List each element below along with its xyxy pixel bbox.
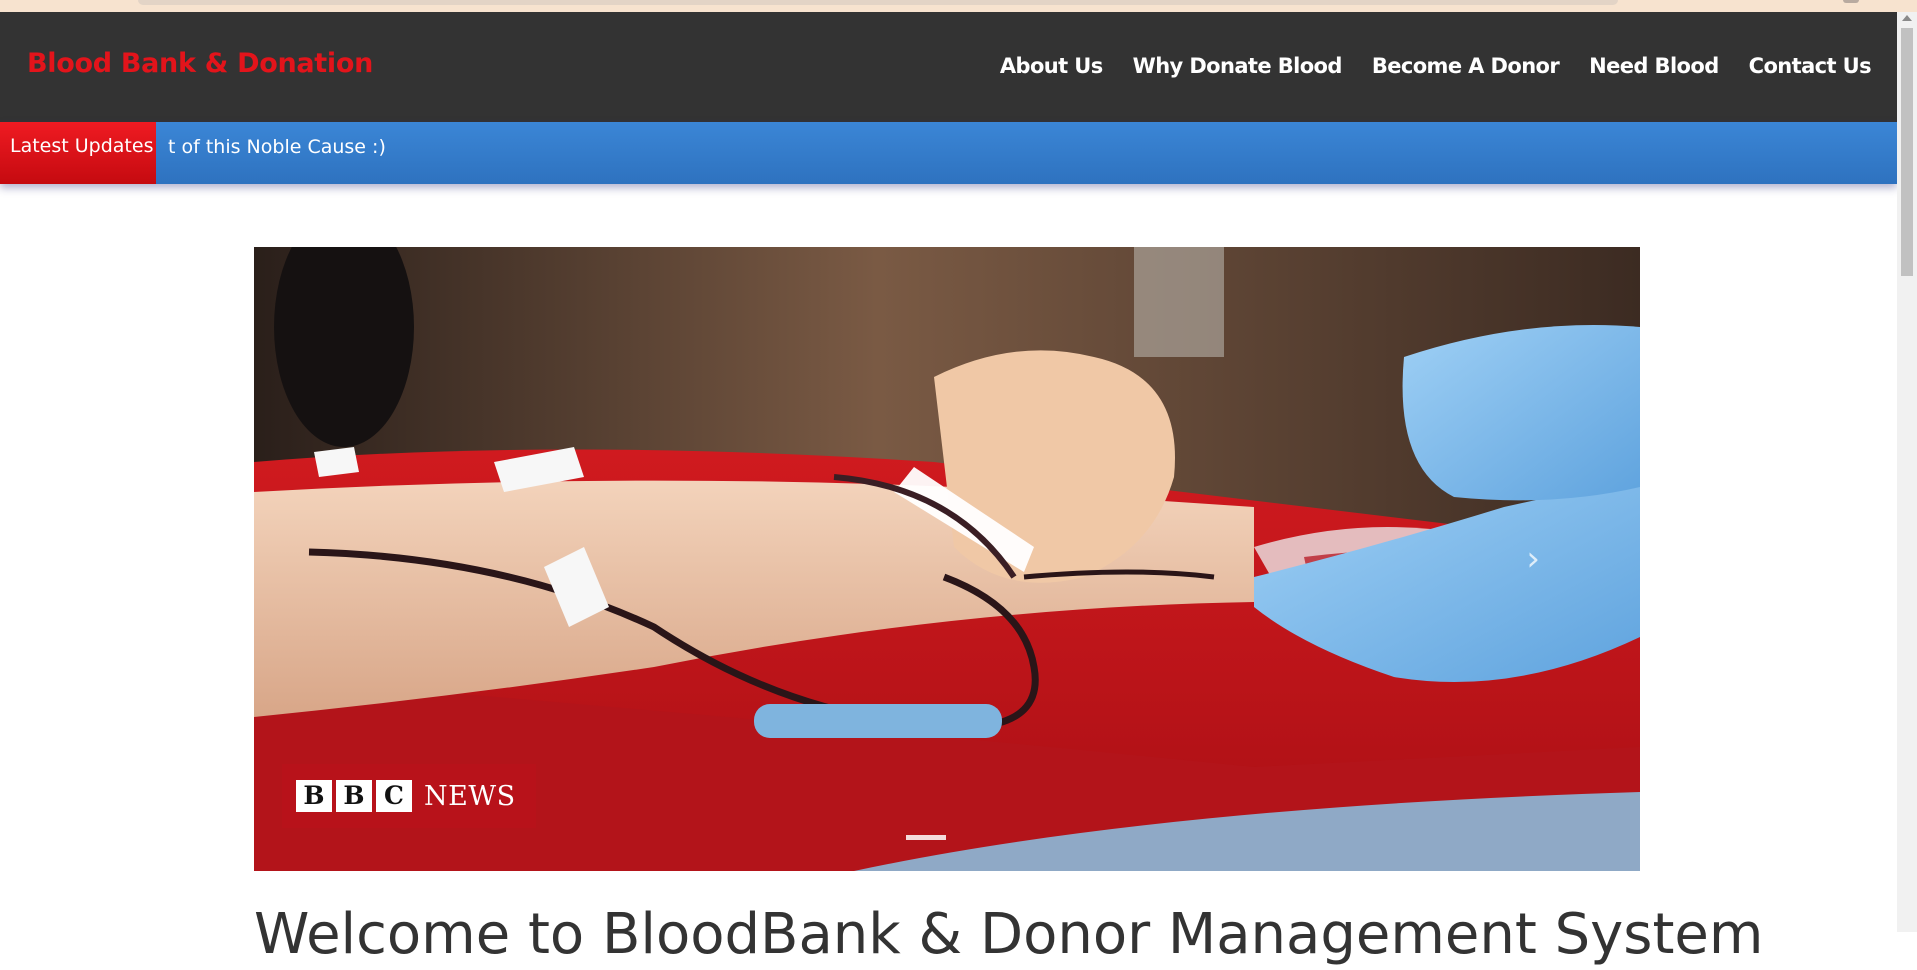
scrollbar-thumb[interactable]	[1901, 28, 1913, 276]
scroll-up-arrow-icon[interactable]	[1902, 15, 1912, 21]
carousel-next-icon[interactable]: ›	[1526, 539, 1540, 579]
bbc-news-logo: B B C NEWS	[282, 764, 536, 828]
logo-block-b1: B	[296, 780, 332, 812]
latest-updates-label: Latest Updates	[0, 122, 156, 184]
page-scrollbar[interactable]	[1897, 12, 1917, 932]
nav-contact-us[interactable]: Contact Us	[1749, 54, 1872, 78]
latest-updates-bar: Latest Updates t of this Noble Cause :)	[0, 122, 1897, 184]
updates-ticker[interactable]: t of this Noble Cause :)	[168, 136, 386, 158]
nav-need-blood[interactable]: Need Blood	[1589, 54, 1719, 78]
main-nav: About Us Why Donate Blood Become A Donor…	[1000, 54, 1872, 78]
logo-block-b2: B	[336, 780, 372, 812]
brand-logo[interactable]: Blood Bank & Donation	[27, 48, 373, 79]
browser-chrome-strip	[0, 0, 1917, 12]
page-title: Welcome to BloodBank & Donor Management …	[254, 902, 1764, 967]
nav-about-us[interactable]: About Us	[1000, 54, 1103, 78]
navbar: Blood Bank & Donation About Us Why Donat…	[0, 12, 1897, 122]
logo-block-c: C	[376, 780, 412, 812]
nav-why-donate-blood[interactable]: Why Donate Blood	[1133, 54, 1343, 78]
logo-news-text: NEWS	[424, 780, 516, 812]
hero-carousel[interactable]: › B B C NEWS	[254, 247, 1640, 871]
carousel-indicator[interactable]	[906, 835, 946, 840]
address-bar[interactable]	[138, 0, 1618, 5]
profile-icon[interactable]	[1843, 0, 1859, 3]
nav-become-a-donor[interactable]: Become A Donor	[1372, 54, 1560, 78]
